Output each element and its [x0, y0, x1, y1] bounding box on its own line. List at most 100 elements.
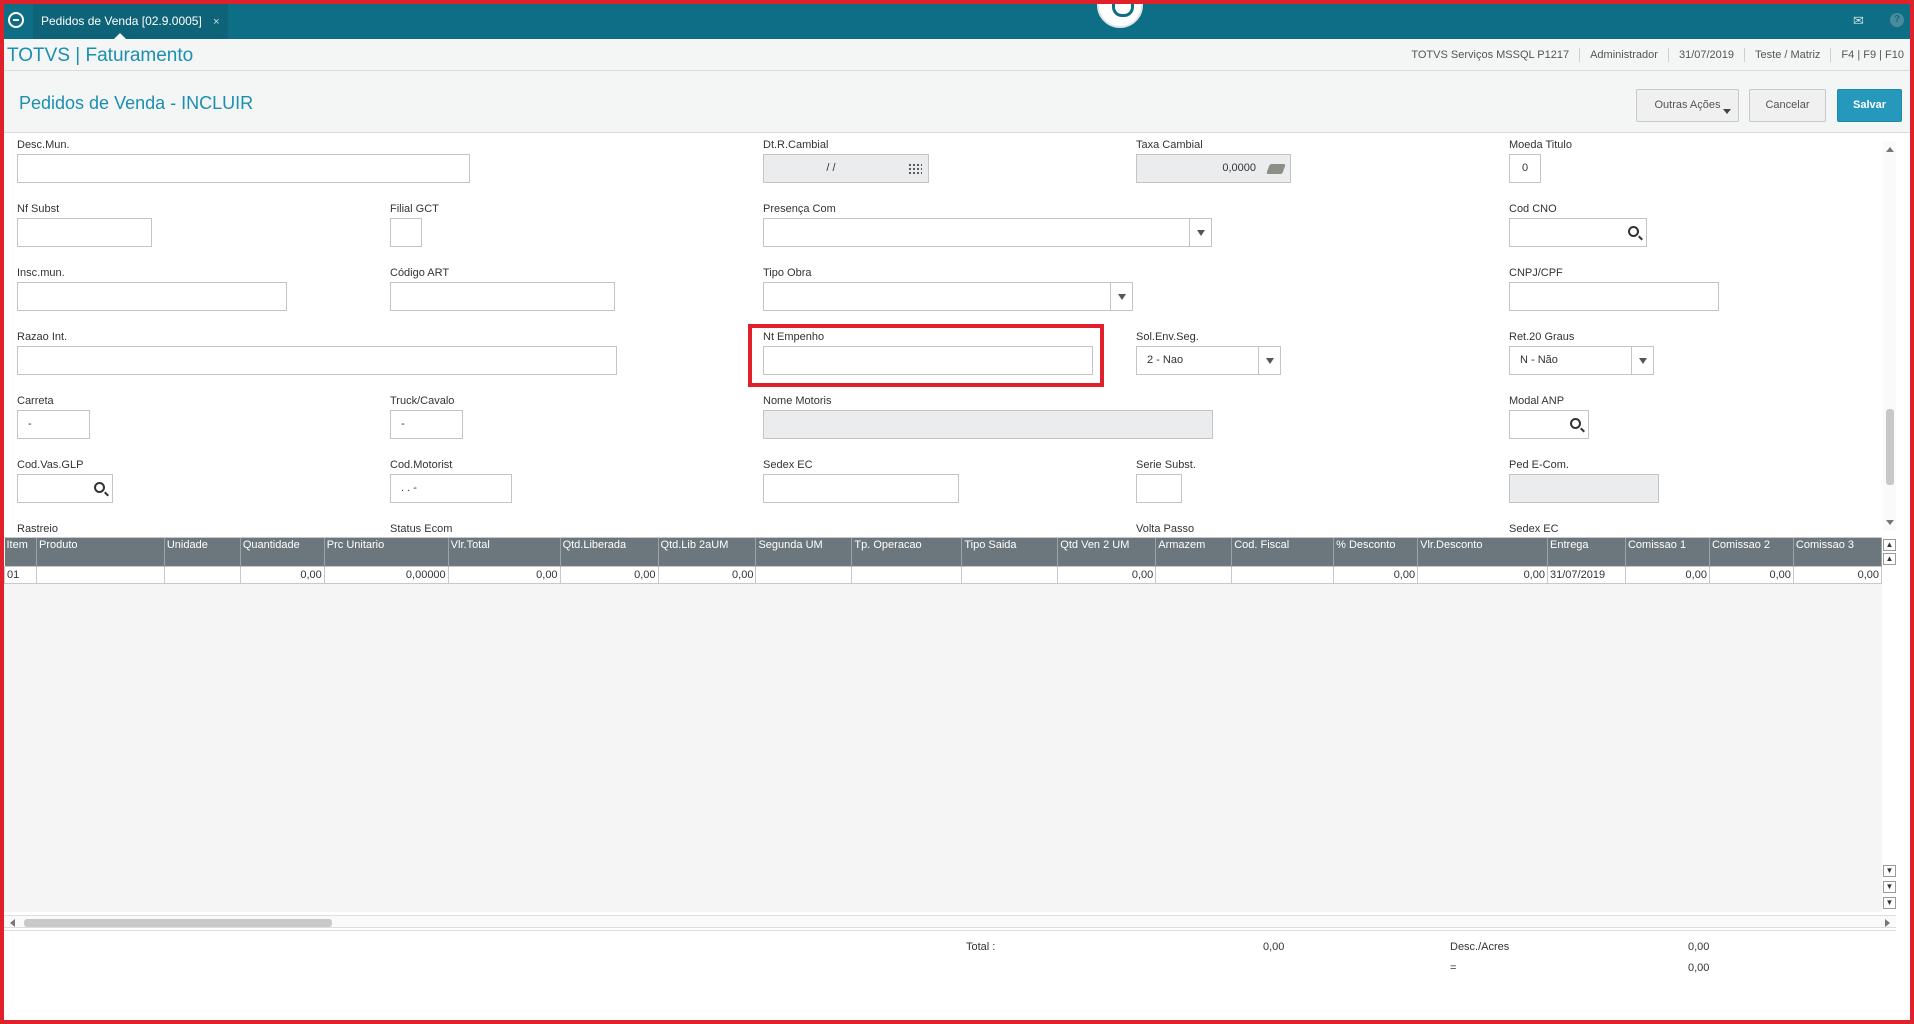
- environment-info[interactable]: TOTVS Serviços MSSQL P1217: [1401, 48, 1579, 62]
- dt-r-cambial-input[interactable]: / /: [763, 154, 929, 183]
- razao-int-input[interactable]: [17, 346, 617, 375]
- grid-column-header[interactable]: Vlr.Total: [448, 538, 561, 566]
- table-cell[interactable]: 31/07/2019: [1547, 565, 1626, 584]
- search-icon[interactable]: [1628, 226, 1639, 237]
- tipo-obra-select[interactable]: [763, 282, 1133, 311]
- table-cell[interactable]: 0,00: [1417, 565, 1549, 584]
- sol-env-seg-select[interactable]: 2 - Nao: [1136, 346, 1281, 375]
- dropdown-arrow-icon[interactable]: [1189, 219, 1211, 246]
- grid-column-header[interactable]: Cod. Fiscal: [1231, 538, 1335, 566]
- help-icon[interactable]: ?: [1890, 13, 1904, 27]
- grid-column-header[interactable]: Qtd.Lib 2aUM: [658, 538, 757, 566]
- nf-subst-input[interactable]: [17, 218, 152, 247]
- table-row[interactable]: 01 0,00 0,00000 0,00 0,00 0,00 0,00 0,00 0,00 31/…: [4, 565, 1883, 584]
- moeda-titulo-input[interactable]: 0: [1509, 154, 1541, 183]
- grid-next-icon[interactable]: ▼: [1883, 865, 1896, 877]
- form-vertical-scrollbar[interactable]: [1883, 141, 1896, 531]
- grid-column-header[interactable]: Comissao 3: [1793, 538, 1883, 566]
- grid-column-header[interactable]: Comissao 2: [1709, 538, 1794, 566]
- grid-column-header[interactable]: Vlr.Desconto: [1417, 538, 1549, 566]
- table-cell[interactable]: [755, 565, 853, 584]
- filial-gct-input[interactable]: [390, 218, 422, 247]
- taxa-cambial-input[interactable]: 0,0000: [1136, 154, 1291, 183]
- save-button[interactable]: Salvar: [1837, 89, 1902, 122]
- table-cell[interactable]: 0,00: [1333, 565, 1419, 584]
- user-info[interactable]: Administrador: [1579, 48, 1668, 62]
- grid-last-icon[interactable]: ▼: [1883, 897, 1896, 909]
- table-cell[interactable]: 0,00: [1057, 565, 1157, 584]
- grid-horizontal-scrollbar[interactable]: [4, 915, 1896, 928]
- grid-column-header[interactable]: Armazem: [1155, 538, 1233, 566]
- chat-icon[interactable]: [1097, 0, 1143, 28]
- tab-close-icon[interactable]: ×: [213, 16, 219, 28]
- carreta-input[interactable]: -: [17, 410, 90, 439]
- ped-ecom-input[interactable]: [1509, 474, 1659, 503]
- scroll-right-icon[interactable]: [1885, 919, 1890, 927]
- table-cell[interactable]: 01: [4, 565, 37, 584]
- grid-column-header[interactable]: Tp. Operacao: [851, 538, 963, 566]
- table-cell[interactable]: [961, 565, 1059, 584]
- grid-first-icon[interactable]: ▲: [1883, 539, 1896, 551]
- calculator-icon[interactable]: [1266, 164, 1286, 174]
- scroll-left-icon[interactable]: [10, 919, 15, 927]
- grid-column-header[interactable]: Tipo Saida: [961, 538, 1059, 566]
- grid-column-header[interactable]: Qtd.Liberada: [560, 538, 659, 566]
- totvs-logo-icon[interactable]: [8, 12, 24, 28]
- scroll-thumb[interactable]: [1886, 409, 1894, 485]
- grid-column-header[interactable]: Comissao 1: [1625, 538, 1710, 566]
- nome-motoris-input[interactable]: [763, 410, 1213, 439]
- tab-pedidos-de-venda[interactable]: Pedidos de Venda [02.9.0005] ×: [33, 0, 228, 39]
- grid-column-header[interactable]: Unidade: [164, 538, 241, 566]
- date-info[interactable]: 31/07/2019: [1667, 48, 1744, 62]
- table-cell[interactable]: 0,00: [239, 565, 325, 584]
- codigo-art-input[interactable]: [390, 282, 615, 311]
- insc-mun-input[interactable]: [17, 282, 287, 311]
- calendar-icon[interactable]: [908, 163, 922, 175]
- company-info[interactable]: Teste / Matriz: [1744, 48, 1830, 62]
- other-actions-button[interactable]: Outras Ações: [1636, 89, 1739, 122]
- modal-anp-input[interactable]: [1509, 410, 1589, 439]
- mail-icon[interactable]: ✉: [1853, 13, 1864, 29]
- table-cell[interactable]: 0,00: [1792, 565, 1883, 584]
- dropdown-arrow-icon[interactable]: [1631, 347, 1653, 374]
- table-cell[interactable]: 0,00000: [323, 565, 449, 584]
- table-cell[interactable]: [1155, 565, 1233, 584]
- table-cell[interactable]: 0,00: [657, 565, 757, 584]
- cnpj-cpf-input[interactable]: [1509, 282, 1719, 311]
- scroll-down-icon[interactable]: [1886, 520, 1894, 525]
- grid-column-header[interactable]: Produto: [36, 538, 165, 566]
- dropdown-arrow-icon[interactable]: [1258, 347, 1280, 374]
- cancel-button[interactable]: Cancelar: [1749, 89, 1826, 122]
- grid-column-header[interactable]: Qtd Ven 2 UM: [1057, 538, 1157, 566]
- desc-mun-input[interactable]: [17, 154, 470, 183]
- grid-column-header[interactable]: Entrega: [1547, 538, 1626, 566]
- table-cell[interactable]: 0,00: [1624, 565, 1710, 584]
- table-cell[interactable]: 0,00: [1708, 565, 1794, 584]
- cod-vas-glp-input[interactable]: [17, 474, 113, 503]
- scroll-thumb[interactable]: [24, 919, 332, 927]
- grid-column-header[interactable]: % Desconto: [1333, 538, 1419, 566]
- grid-column-header[interactable]: Prc Unitario: [324, 538, 449, 566]
- table-cell[interactable]: [851, 565, 963, 584]
- ret-20-graus-select[interactable]: N - Não: [1509, 346, 1654, 375]
- dropdown-arrow-icon[interactable]: [1110, 283, 1132, 310]
- cod-cno-input[interactable]: [1509, 218, 1647, 247]
- grid-prev-icon[interactable]: ▲: [1883, 553, 1896, 565]
- truck-cavalo-input[interactable]: -: [390, 410, 463, 439]
- table-cell[interactable]: [1231, 565, 1335, 584]
- grid-page-down-icon[interactable]: ▼: [1883, 881, 1896, 893]
- presenca-com-select[interactable]: [763, 218, 1212, 247]
- scroll-up-icon[interactable]: [1886, 147, 1894, 152]
- serie-subst-input[interactable]: [1136, 474, 1182, 503]
- table-cell[interactable]: 0,00: [447, 565, 561, 584]
- shortcuts-info[interactable]: F4 | F9 | F10: [1830, 48, 1914, 62]
- cod-motorist-input[interactable]: . . -: [390, 474, 512, 503]
- table-cell[interactable]: [35, 565, 165, 584]
- grid-column-header[interactable]: Quantidade: [240, 538, 325, 566]
- table-cell[interactable]: 0,00: [559, 565, 659, 584]
- search-icon[interactable]: [1570, 418, 1581, 429]
- grid-column-header[interactable]: Segunda UM: [755, 538, 853, 566]
- search-icon[interactable]: [94, 482, 105, 493]
- table-cell[interactable]: [163, 565, 241, 584]
- grid-column-header[interactable]: Item: [4, 538, 37, 566]
